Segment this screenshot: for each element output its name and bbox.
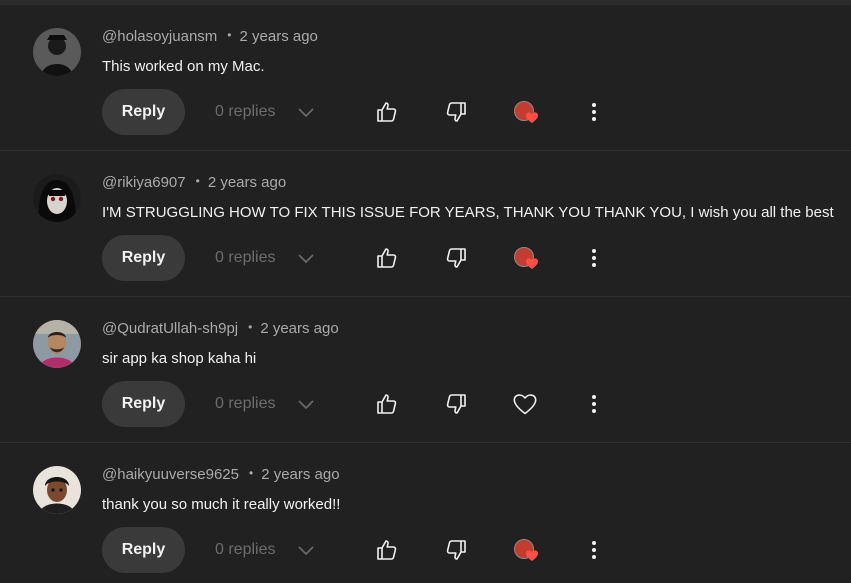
separator-dot: •: [227, 28, 232, 42]
comment-time[interactable]: 2 years ago: [261, 466, 339, 483]
comment-item: @haikyuuverse9625 • 2 years ago thank you …: [0, 443, 851, 583]
avatar[interactable]: [33, 466, 81, 514]
replies-toggle[interactable]: 0 replies: [215, 102, 275, 122]
like-button[interactable]: [373, 244, 401, 272]
comment-item: @holasoyjuansm • 2 years ago This worked o…: [0, 5, 851, 151]
comment-text: thank you so much it really worked!!: [102, 496, 341, 513]
more-actions-button[interactable]: [580, 98, 608, 126]
replies-toggle[interactable]: 0 replies: [215, 540, 275, 560]
comment-item: @QudratUllah-sh9pj • 2 years ago sir app k…: [0, 297, 851, 443]
chevron-down-icon[interactable]: [297, 543, 315, 557]
more-actions-button[interactable]: [580, 536, 608, 564]
comment-text: sir app ka shop kaha hi: [102, 350, 257, 367]
replies-toggle[interactable]: 0 replies: [215, 394, 275, 414]
heart-outline-icon: [513, 394, 537, 415]
reply-button[interactable]: Reply: [102, 235, 185, 281]
chevron-down-icon[interactable]: [297, 397, 315, 411]
creator-heart-badge: [511, 244, 539, 272]
more-vertical-icon: [592, 103, 596, 121]
reply-button[interactable]: Reply: [102, 381, 185, 427]
dislike-button[interactable]: [442, 244, 470, 272]
comment-time[interactable]: 2 years ago: [208, 174, 286, 191]
dislike-button[interactable]: [442, 98, 470, 126]
more-vertical-icon: [592, 249, 596, 267]
author-handle[interactable]: @rikiya6907: [102, 174, 186, 191]
more-vertical-icon: [592, 395, 596, 413]
thumbs-up-icon: [377, 248, 397, 268]
comment-time[interactable]: 2 years ago: [240, 28, 318, 45]
avatar[interactable]: [33, 320, 81, 368]
comment-meta: @QudratUllah-sh9pj • 2 years ago: [102, 319, 339, 339]
dislike-button[interactable]: [442, 536, 470, 564]
creator-heart-badge: [511, 98, 539, 126]
comment-meta: @haikyuuverse9625 • 2 years ago: [102, 465, 340, 485]
replies-toggle[interactable]: 0 replies: [215, 248, 275, 268]
chevron-down-icon[interactable]: [297, 105, 315, 119]
comment-text: This worked on my Mac.: [102, 58, 265, 75]
author-handle[interactable]: @holasoyjuansm: [102, 28, 217, 45]
like-button[interactable]: [373, 98, 401, 126]
comment-time[interactable]: 2 years ago: [260, 320, 338, 337]
like-button[interactable]: [373, 390, 401, 418]
more-actions-button[interactable]: [580, 244, 608, 272]
heart-icon: [525, 550, 539, 561]
comments-panel: @holasoyjuansm • 2 years ago This worked o…: [0, 0, 851, 583]
creator-heart-badge: [511, 536, 539, 564]
thumbs-down-icon: [446, 394, 466, 414]
thumbs-down-icon: [446, 540, 466, 560]
separator-dot: •: [248, 466, 254, 480]
avatar-anime-girl-icon: [33, 174, 81, 222]
author-handle[interactable]: @QudratUllah-sh9pj: [102, 320, 238, 337]
avatar-dark-figure-icon: [33, 28, 81, 76]
chevron-down-icon[interactable]: [297, 251, 315, 265]
avatar-photo-man-icon: [33, 320, 81, 368]
thumbs-up-icon: [377, 102, 397, 122]
avatar[interactable]: [33, 28, 81, 76]
reply-button[interactable]: Reply: [102, 89, 185, 135]
author-handle[interactable]: @haikyuuverse9625: [102, 466, 239, 483]
thumbs-down-icon: [446, 248, 466, 268]
comment-item: @rikiya6907 • 2 years ago I'M STRUGGLING H…: [0, 151, 851, 297]
separator-dot: •: [195, 174, 200, 188]
more-actions-button[interactable]: [580, 390, 608, 418]
heart-icon: [525, 258, 539, 269]
reply-button[interactable]: Reply: [102, 527, 185, 573]
comment-meta: @rikiya6907 • 2 years ago: [102, 173, 286, 193]
thumbs-up-icon: [377, 394, 397, 414]
heart-button[interactable]: [511, 390, 539, 418]
thumbs-down-icon: [446, 102, 466, 122]
avatar[interactable]: [33, 174, 81, 222]
avatar-anime-boy-icon: [33, 466, 81, 514]
comment-text: I'M STRUGGLING HOW TO FIX THIS ISSUE FOR…: [102, 204, 834, 221]
like-button[interactable]: [373, 536, 401, 564]
more-vertical-icon: [592, 541, 596, 559]
comment-meta: @holasoyjuansm • 2 years ago: [102, 27, 318, 47]
separator-dot: •: [248, 320, 253, 334]
dislike-button[interactable]: [442, 390, 470, 418]
heart-icon: [525, 112, 539, 123]
thumbs-up-icon: [377, 540, 397, 560]
